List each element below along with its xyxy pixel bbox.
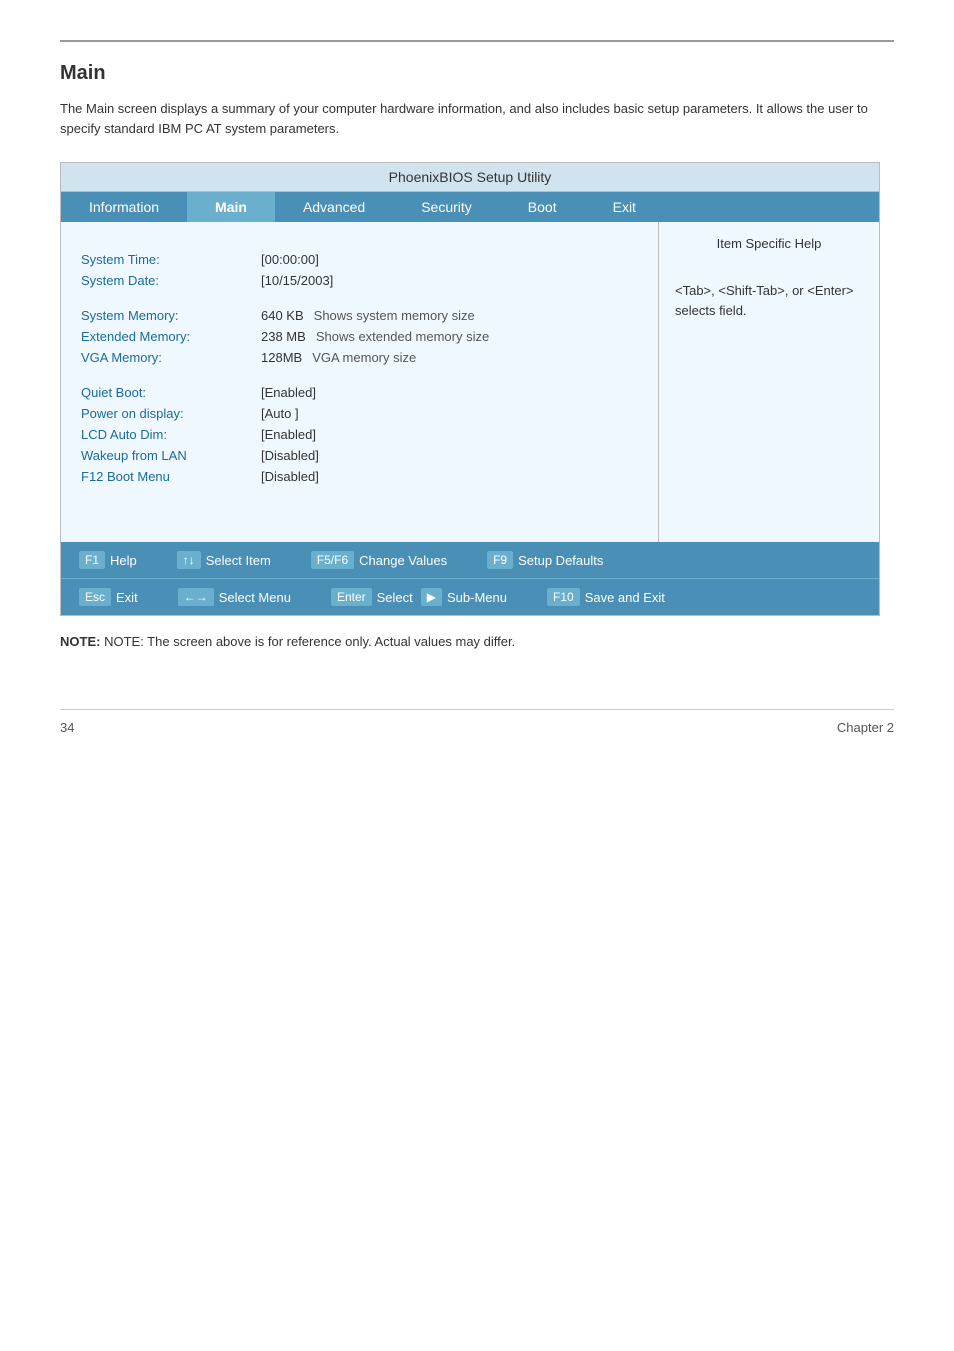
note-text: NOTE: NOTE: The screen above is for refe… xyxy=(60,634,894,649)
page-title: Main xyxy=(60,62,894,85)
field-label-quiet-boot: Quiet Boot: xyxy=(81,385,261,400)
field-lcd-auto-dim: LCD Auto Dim: [Enabled] xyxy=(81,427,638,442)
label-setup-defaults: Setup Defaults xyxy=(518,553,603,568)
nav-item-advanced[interactable]: Advanced xyxy=(275,192,393,222)
field-label-system-memory: System Memory: xyxy=(81,308,261,323)
field-vga-memory: VGA Memory: 128MB VGA memory size xyxy=(81,350,638,365)
bios-nav: Information Main Advanced Security Boot … xyxy=(61,192,879,222)
field-value-system-date[interactable]: [10/15/2003] xyxy=(261,273,333,288)
bios-title-bar: PhoenixBIOS Setup Utility xyxy=(61,163,879,192)
key-f5f6: F5/F6 xyxy=(311,551,354,569)
key-esc: Esc xyxy=(79,588,111,606)
nav-item-security[interactable]: Security xyxy=(393,192,500,222)
field-label-vga-memory: VGA Memory: xyxy=(81,350,261,365)
status-esc-exit: Esc Exit xyxy=(69,583,148,611)
field-value-power-on-display[interactable]: [Auto ] xyxy=(261,406,299,421)
footer-page-number: 34 xyxy=(60,720,74,735)
page-footer: 34 Chapter 2 xyxy=(60,709,894,735)
status-lr-select-menu: ←→ Select Menu xyxy=(168,583,301,611)
key-arrows: ↑↓ xyxy=(177,551,201,569)
field-value-extended-memory: 238 MB xyxy=(261,329,306,344)
key-enter: Enter xyxy=(331,588,372,606)
status-line-1: F1 Help ↑↓ Select Item F5/F6 Change Valu… xyxy=(61,542,879,578)
field-quiet-boot: Quiet Boot: [Enabled] xyxy=(81,385,638,400)
field-wakeup-from-lan: Wakeup from LAN [Disabled] xyxy=(81,448,638,463)
field-label-system-time: System Time: xyxy=(81,252,261,267)
nav-item-main[interactable]: Main xyxy=(187,192,275,222)
field-f12-boot-menu: F12 Boot Menu [Disabled] xyxy=(81,469,638,484)
field-value-system-memory: 640 KB xyxy=(261,308,304,323)
field-system-time: System Time: [00:00:00] xyxy=(81,252,638,267)
status-line-2: Esc Exit ←→ Select Menu Enter Select ▶ S… xyxy=(61,578,879,615)
help-text: <Tab>, <Shift-Tab>, or <Enter> selects f… xyxy=(675,281,863,320)
top-divider xyxy=(60,40,894,42)
field-desc-system-memory: Shows system memory size xyxy=(314,308,475,323)
key-f10: F10 xyxy=(547,588,580,606)
field-extended-memory: Extended Memory: 238 MB Shows extended m… xyxy=(81,329,638,344)
field-system-memory: System Memory: 640 KB Shows system memor… xyxy=(81,308,638,323)
field-label-f12-boot-menu: F12 Boot Menu xyxy=(81,469,261,484)
label-select-menu: Select Menu xyxy=(219,590,291,605)
field-label-lcd-auto-dim: LCD Auto Dim: xyxy=(81,427,261,442)
field-value-wakeup-from-lan[interactable]: [Disabled] xyxy=(261,448,319,463)
footer-chapter: Chapter 2 xyxy=(837,720,894,735)
field-value-system-time[interactable]: [00:00:00] xyxy=(261,252,319,267)
status-f10-save-exit: F10 Save and Exit xyxy=(537,583,675,611)
status-enter-select-submenu: Enter Select ▶ Sub-Menu xyxy=(321,583,517,611)
label-select-item: Select Item xyxy=(206,553,271,568)
label-select: Select xyxy=(377,590,413,605)
field-value-lcd-auto-dim[interactable]: [Enabled] xyxy=(261,427,316,442)
field-label-power-on-display: Power on display: xyxy=(81,406,261,421)
bios-main-panel: System Time: [00:00:00] System Date: [10… xyxy=(61,222,659,542)
key-f9: F9 xyxy=(487,551,513,569)
key-lr: ←→ xyxy=(178,588,214,606)
nav-item-information[interactable]: Information xyxy=(61,192,187,222)
label-change-values: Change Values xyxy=(359,553,447,568)
field-value-vga-memory: 128MB xyxy=(261,350,302,365)
field-value-f12-boot-menu[interactable]: [Disabled] xyxy=(261,469,319,484)
bios-help-panel: Item Specific Help <Tab>, <Shift-Tab>, o… xyxy=(659,222,879,542)
nav-item-boot[interactable]: Boot xyxy=(500,192,585,222)
field-desc-extended-memory: Shows extended memory size xyxy=(316,329,489,344)
field-system-date: System Date: [10/15/2003] xyxy=(81,273,638,288)
status-f9-setup-defaults: F9 Setup Defaults xyxy=(477,546,613,574)
bios-status-bar: F1 Help ↑↓ Select Item F5/F6 Change Valu… xyxy=(61,542,879,615)
label-exit: Exit xyxy=(116,590,138,605)
status-f5f6-change-values: F5/F6 Change Values xyxy=(301,546,457,574)
status-f1-help: F1 Help xyxy=(69,546,147,574)
label-help: Help xyxy=(110,553,137,568)
key-f1: F1 xyxy=(79,551,105,569)
field-value-quiet-boot[interactable]: [Enabled] xyxy=(261,385,316,400)
field-power-on-display: Power on display: [Auto ] xyxy=(81,406,638,421)
bios-setup-box: PhoenixBIOS Setup Utility Information Ma… xyxy=(60,162,880,616)
status-arrows-select-item: ↑↓ Select Item xyxy=(167,546,281,574)
field-label-extended-memory: Extended Memory: xyxy=(81,329,261,344)
nav-item-exit[interactable]: Exit xyxy=(585,192,664,222)
key-triangle: ▶ xyxy=(421,588,442,606)
bios-content-area: System Time: [00:00:00] System Date: [10… xyxy=(61,222,879,542)
field-label-system-date: System Date: xyxy=(81,273,261,288)
page-description: The Main screen displays a summary of yo… xyxy=(60,99,880,138)
field-desc-vga-memory: VGA memory size xyxy=(312,350,416,365)
field-label-wakeup-from-lan: Wakeup from LAN xyxy=(81,448,261,463)
label-sub-menu: Sub-Menu xyxy=(447,590,507,605)
help-title: Item Specific Help xyxy=(675,236,863,251)
label-save-and-exit: Save and Exit xyxy=(585,590,665,605)
